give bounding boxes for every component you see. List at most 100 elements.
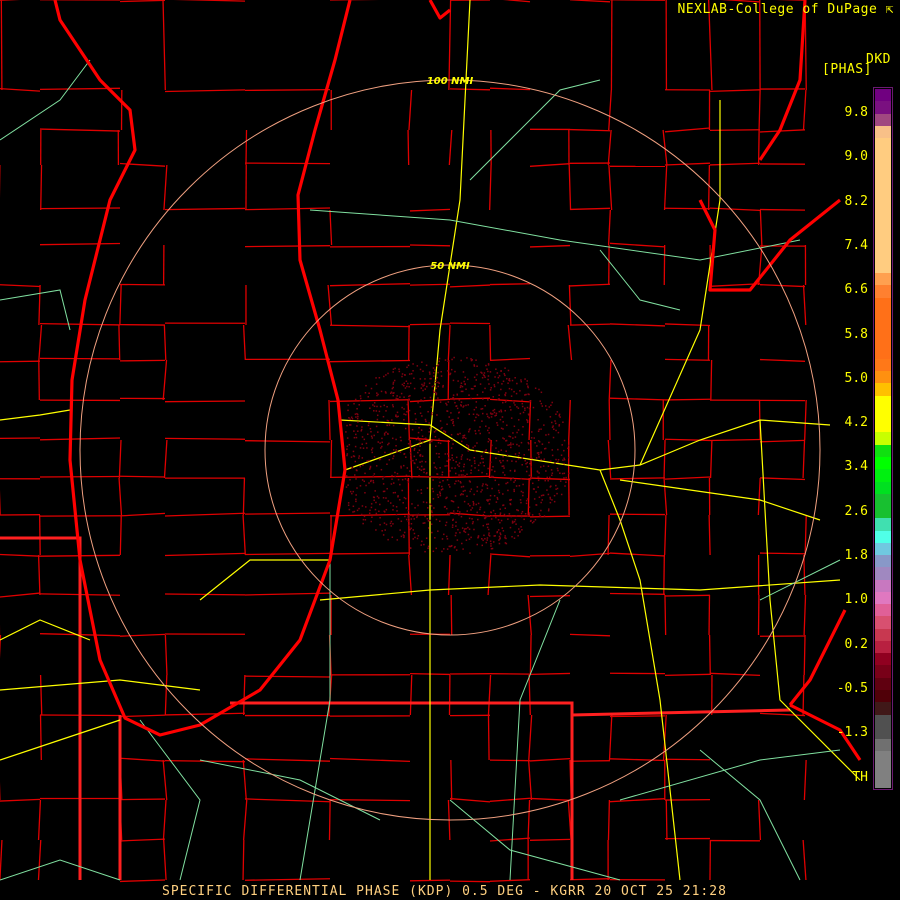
legend-label: 8.2 xyxy=(844,193,868,209)
echo-pixel xyxy=(379,523,381,526)
echo-pixel xyxy=(412,363,414,365)
echo-pixel xyxy=(507,444,509,446)
echo-pixel xyxy=(390,483,393,485)
echo-pixel xyxy=(387,538,389,541)
echo-pixel xyxy=(351,467,353,469)
echo-pixel xyxy=(420,465,423,468)
echo-pixel xyxy=(446,479,449,481)
echo-pixel xyxy=(345,486,348,488)
echo-pixel xyxy=(423,471,425,474)
echo-pixel xyxy=(458,474,460,476)
echo-pixel xyxy=(372,496,375,498)
echo-pixel xyxy=(364,472,366,475)
echo-pixel xyxy=(514,479,517,482)
echo-pixel xyxy=(448,512,451,515)
echo-pixel xyxy=(538,456,540,458)
echo-pixel xyxy=(475,406,477,409)
county-line xyxy=(708,634,711,676)
echo-pixel xyxy=(485,364,487,367)
legend-label: 9.8 xyxy=(844,105,868,120)
echo-pixel xyxy=(529,460,532,462)
echo-pixel xyxy=(411,477,413,479)
county-line xyxy=(489,283,531,286)
echo-pixel xyxy=(420,492,423,494)
county-line xyxy=(665,799,668,841)
county-line xyxy=(162,799,167,841)
echo-pixel xyxy=(449,470,451,472)
county-line xyxy=(569,878,611,881)
echo-pixel xyxy=(502,428,504,430)
echo-pixel xyxy=(497,376,500,379)
echo-pixel xyxy=(498,394,500,397)
echo-pixel xyxy=(499,418,502,421)
echo-pixel xyxy=(524,407,526,410)
echo-pixel xyxy=(441,471,444,474)
echo-pixel xyxy=(419,455,422,457)
echo-pixel xyxy=(531,514,534,516)
legend-label: 6.6 xyxy=(844,282,868,298)
echo-pixel xyxy=(373,434,375,437)
echo-pixel xyxy=(516,509,518,511)
road xyxy=(699,749,801,881)
echo-pixel xyxy=(372,481,375,484)
legend-swatch xyxy=(875,113,891,126)
echo-pixel xyxy=(537,440,540,442)
echo-pixel xyxy=(550,469,553,471)
road xyxy=(0,59,91,141)
echo-pixel xyxy=(558,424,561,426)
echo-pixel xyxy=(397,478,400,481)
echo-pixel xyxy=(467,430,470,433)
echo-pixel xyxy=(456,407,459,410)
county-line xyxy=(40,164,43,211)
echo-pixel xyxy=(373,473,376,475)
echo-pixel xyxy=(473,408,476,411)
echo-pixel xyxy=(356,417,359,420)
county-line xyxy=(529,838,571,841)
legend-swatch xyxy=(875,420,891,433)
legend-label: -0.5 xyxy=(836,680,868,696)
echo-pixel xyxy=(422,400,425,403)
county-line xyxy=(489,553,531,558)
county-line xyxy=(329,513,411,517)
county-line xyxy=(758,89,761,131)
echo-pixel xyxy=(487,429,489,432)
echo-pixel xyxy=(484,387,486,390)
echo-pixel xyxy=(508,387,511,390)
echo-pixel xyxy=(476,543,479,546)
echo-pixel xyxy=(399,396,401,398)
echo-pixel xyxy=(457,480,460,482)
echo-pixel xyxy=(438,456,440,458)
echo-pixel xyxy=(350,416,353,419)
echo-pixel xyxy=(348,443,351,446)
echo-pixel xyxy=(475,432,477,435)
echo-pixel xyxy=(518,484,521,487)
echo-pixel xyxy=(557,461,559,463)
echo-pixel xyxy=(540,402,543,405)
echo-pixel xyxy=(452,459,455,462)
echo-pixel xyxy=(479,508,481,511)
county-line xyxy=(803,554,806,596)
county-line xyxy=(569,760,611,762)
echo-pixel xyxy=(528,512,531,514)
echo-pixel xyxy=(502,437,504,439)
echo-pixel xyxy=(397,495,399,497)
echo-pixel xyxy=(369,407,371,409)
echo-pixel xyxy=(436,376,439,379)
echo-pixel xyxy=(460,390,463,393)
echo-pixel xyxy=(442,384,444,387)
echo-pixel xyxy=(407,520,410,522)
echo-pixel xyxy=(540,494,543,497)
county-line xyxy=(608,399,611,441)
county-line xyxy=(664,127,711,133)
legend-swatch xyxy=(875,395,891,408)
echo-pixel xyxy=(486,368,488,370)
echo-pixel xyxy=(386,432,389,435)
county-line xyxy=(489,797,531,802)
echo-pixel xyxy=(352,450,355,453)
echo-pixel xyxy=(521,433,524,436)
echo-pixel xyxy=(462,485,465,488)
echo-pixel xyxy=(484,405,486,407)
echo-pixel xyxy=(502,471,504,474)
legend-swatch xyxy=(875,702,891,715)
echo-pixel xyxy=(476,511,478,514)
